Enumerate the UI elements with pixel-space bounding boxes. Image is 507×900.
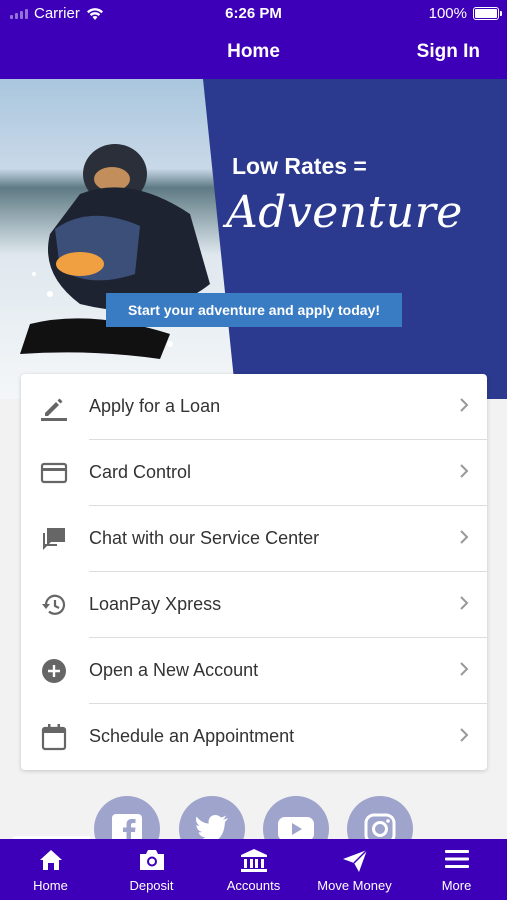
menu-item-schedule[interactable]: Schedule an Appointment <box>21 704 487 770</box>
menu-item-label: Apply for a Loan <box>89 396 221 416</box>
battery-percent: 100% <box>428 5 467 22</box>
quick-actions-menu: Apply for a Loan Card Control Chat with … <box>21 374 487 770</box>
menu-icon <box>444 850 469 868</box>
add-circle-icon <box>39 656 69 686</box>
menu-item-chat[interactable]: Chat with our Service Center <box>21 506 487 572</box>
menu-item-label: Open a New Account <box>89 660 259 680</box>
send-icon <box>342 849 368 872</box>
promo-banner[interactable]: Low Rates = Adventure Start your adventu… <box>0 79 507 399</box>
chevron-right-icon <box>460 662 469 676</box>
menu-item-label: Card Control <box>89 462 192 482</box>
calendar-icon <box>39 722 69 752</box>
menu-item-open-account[interactable]: Open a New Account <box>21 638 487 704</box>
menu-item-label: Schedule an Appointment <box>89 726 295 746</box>
bank-icon <box>240 849 267 872</box>
battery-icon <box>473 7 502 20</box>
chevron-right-icon <box>460 728 469 742</box>
camera-icon <box>139 850 164 870</box>
sign-in-button[interactable]: Sign In <box>417 41 480 63</box>
banner-script-word: Adventure <box>226 187 463 238</box>
chat-icon <box>39 524 69 554</box>
bottom-tab-bar: Home Deposit Accounts Move Money More <box>0 839 507 900</box>
chevron-right-icon <box>460 398 469 412</box>
tab-deposit[interactable]: Deposit <box>101 839 202 900</box>
tab-label: Move Money <box>317 878 392 893</box>
menu-item-label: Chat with our Service Center <box>89 528 320 548</box>
top-bar: Carrier 6:26 PM 100% Home Sign In <box>0 0 507 79</box>
tab-home[interactable]: Home <box>0 839 101 900</box>
credit-card-icon <box>39 458 69 488</box>
snowmobile-illustration <box>20 144 210 359</box>
tab-move-money[interactable]: Move Money <box>304 839 405 900</box>
menu-item-label: LoanPay Xpress <box>89 594 222 614</box>
menu-item-loanpay[interactable]: LoanPay Xpress <box>21 572 487 638</box>
home-icon <box>39 850 62 870</box>
status-bar: Carrier 6:26 PM 100% <box>0 0 507 28</box>
chevron-right-icon <box>460 530 469 544</box>
tab-label: Deposit <box>129 878 174 893</box>
menu-item-apply-loan[interactable]: Apply for a Loan <box>21 374 487 440</box>
banner-headline: Low Rates = <box>232 153 367 179</box>
chevron-right-icon <box>460 464 469 478</box>
tab-accounts[interactable]: Accounts <box>203 839 304 900</box>
tab-label: Home <box>33 878 68 893</box>
tab-label: Accounts <box>226 878 281 893</box>
apply-today-button[interactable]: Start your adventure and apply today! <box>106 293 402 327</box>
tab-label: More <box>441 878 472 893</box>
menu-item-card-control[interactable]: Card Control <box>21 440 487 506</box>
tab-more[interactable]: More <box>406 839 507 900</box>
history-icon <box>39 590 69 620</box>
chevron-right-icon <box>460 596 469 610</box>
pencil-icon <box>39 392 69 422</box>
